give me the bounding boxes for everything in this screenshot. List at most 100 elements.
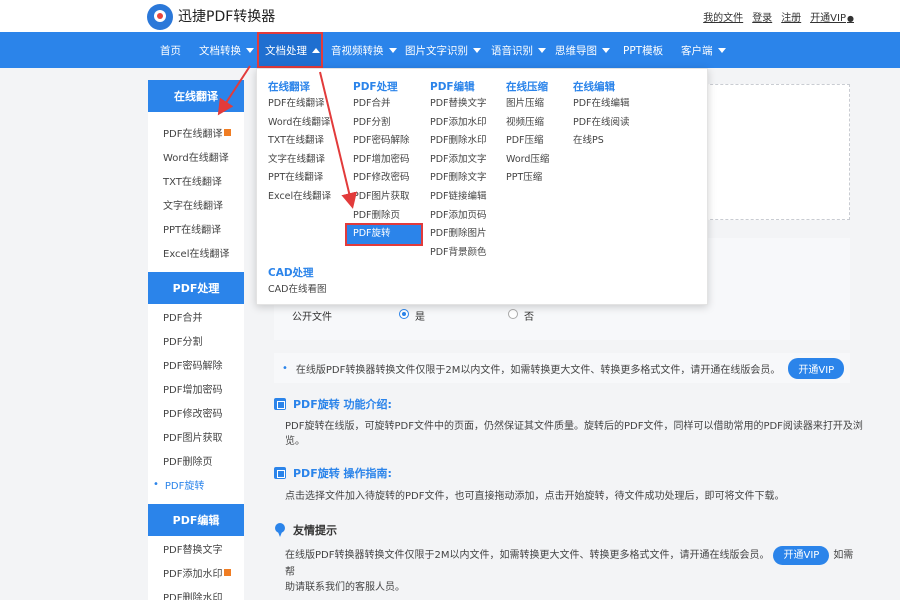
dropdown-item[interactable]: PDF在线翻译	[268, 95, 331, 114]
dropdown-item[interactable]: PDF在线编辑	[573, 95, 630, 114]
nav-item-5[interactable]: 语音识别	[483, 32, 547, 68]
dropdown-item[interactable]: PDF修改密码	[353, 169, 421, 188]
dropdown-item[interactable]: PDF添加页码	[430, 207, 487, 226]
tips-vip-button[interactable]: 开通VIP	[773, 546, 830, 565]
nav-item-label: 音视频转换	[331, 44, 384, 57]
dropdown-item[interactable]: PDF在线阅读	[573, 114, 630, 133]
dropdown-item[interactable]: PDF添加文字	[430, 151, 487, 170]
intro-title: PDF旋转 功能介绍:	[274, 396, 392, 412]
nav-item-6[interactable]: 思维导图	[547, 32, 615, 68]
chevron-down-icon	[538, 47, 546, 53]
nav-item-label: 文档转换	[199, 44, 241, 57]
nav-item-1[interactable]: 文档转换	[191, 32, 257, 68]
dropdown-item[interactable]: 文字在线翻译	[268, 151, 331, 170]
nav-item-8[interactable]: 客户端	[673, 32, 741, 68]
login-link[interactable]: 登录	[752, 9, 772, 24]
public-yes-radio[interactable]	[399, 309, 409, 319]
dropdown-item[interactable]: PDF旋转	[345, 223, 423, 246]
nav-item-7[interactable]: PPT模板	[615, 32, 673, 68]
sidebar-item-label: PDF修改密码	[163, 408, 223, 420]
nav-item-label: 文档处理	[265, 44, 307, 57]
my-files-link[interactable]: 我的文件	[703, 9, 743, 24]
sidebar-item[interactable]: PDF修改密码	[148, 400, 244, 424]
sidebar-item[interactable]: TXT在线翻译	[148, 168, 244, 192]
dropdown-item[interactable]: CAD在线看图	[268, 281, 326, 300]
chevron-down-icon	[388, 47, 397, 53]
chevron-down-icon	[602, 47, 610, 53]
intro-text: PDF旋转在线版，可旋转PDF文件中的页面，仍然保证其文件质量。旋转后的PDF文…	[285, 421, 863, 447]
bullet-icon: •	[282, 362, 288, 374]
dropdown-item[interactable]: PDF添加水印	[430, 114, 487, 133]
sidebar-item[interactable]: PDF合并	[148, 304, 244, 328]
register-link[interactable]: 注册	[781, 9, 801, 24]
dropdown-item[interactable]: PDF替换文字	[430, 95, 487, 114]
dropdown-item[interactable]: Word在线翻译	[268, 114, 331, 133]
dropdown-item[interactable]: PDF密码解除	[353, 132, 421, 151]
nav-item-0[interactable]: 首页	[152, 32, 191, 68]
dropdown-item[interactable]: PPT压缩	[506, 169, 549, 188]
dropdown-item[interactable]: PDF合并	[353, 95, 421, 114]
dropdown-item[interactable]: TXT在线翻译	[268, 132, 331, 151]
dropdown-column: 在线编辑 PDF在线编辑 PDF在线阅读 在线PS	[573, 79, 630, 151]
brand-name[interactable]: 迅捷PDF转换器	[178, 6, 275, 26]
dropdown-item[interactable]: PDF删除水印	[430, 132, 487, 151]
location-pin-icon	[274, 523, 286, 537]
new-badge-icon	[224, 568, 232, 576]
dropdown-item[interactable]: PDF分割	[353, 114, 421, 133]
tips-title: 友情提示	[274, 522, 337, 538]
sidebar-item-label: PDF分割	[163, 336, 203, 348]
sidebar-item[interactable]: PDF密码解除	[148, 352, 244, 376]
dropdown-item[interactable]: PDF删除页	[353, 207, 421, 226]
dropdown-item[interactable]: Word压缩	[506, 151, 549, 170]
nav-item-label: 图片文字识别	[405, 44, 468, 57]
dropdown-item[interactable]: PDF背景颜色	[430, 244, 487, 263]
main-nav: 首页 文档转换 文档处理 音视频转换 图片文字识别 语音识别 思维导图 PPT模板 客户端	[0, 32, 900, 68]
tips-title-text: 友情提示	[293, 524, 337, 537]
upload-drop-area[interactable]	[700, 84, 850, 220]
sidebar-item[interactable]: Word在线翻译	[148, 144, 244, 168]
notice-vip-button[interactable]: 开通VIP	[788, 357, 845, 379]
sidebar-item[interactable]: Excel在线翻译	[148, 240, 244, 264]
sidebar-item[interactable]: PDF添加水印	[148, 560, 244, 584]
open-vip-link[interactable]: 开通VIP●	[810, 9, 854, 24]
sidebar-item[interactable]: 文字在线翻译	[148, 192, 244, 216]
dropdown-item[interactable]: 在线PS	[573, 132, 630, 151]
nav-item-3[interactable]: 音视频转换	[323, 32, 397, 68]
sidebar-item[interactable]: PDF分割	[148, 328, 244, 352]
public-no-radio[interactable]	[508, 309, 518, 319]
guide-title-text: PDF旋转 操作指南:	[293, 467, 392, 480]
sidebar: 在线翻译 PDF在线翻译 Word在线翻译 TXT在线翻译 文字在线翻译 PPT在线翻译 E…	[148, 80, 244, 600]
dropdown-item[interactable]: PDF图片获取	[353, 188, 421, 207]
sidebar-item[interactable]: PPT在线翻译	[148, 216, 244, 240]
dropdown-item[interactable]: Excel在线翻译	[268, 188, 331, 207]
dropdown-item[interactable]: PPT在线翻译	[268, 169, 331, 188]
chevron-down-icon	[717, 47, 726, 53]
sidebar-item[interactable]: PDF增加密码	[148, 376, 244, 400]
intro-title-text: PDF旋转 功能介绍:	[293, 398, 392, 411]
dropdown-item[interactable]: PDF链接编辑	[430, 188, 487, 207]
sidebar-item[interactable]: PDF删除页	[148, 448, 244, 472]
sidebar-item[interactable]: PDF图片获取	[148, 424, 244, 448]
sidebar-item[interactable]: PDF在线翻译	[148, 120, 244, 144]
dropdown-item[interactable]: PDF删除图片	[430, 225, 487, 244]
dropdown-item[interactable]: PDF增加密码	[353, 151, 421, 170]
sidebar-item[interactable]: PDF替换文字	[148, 536, 244, 560]
public-yes-label: 是	[415, 312, 425, 323]
nav-item-2[interactable]: 文档处理	[257, 32, 323, 68]
brand-logo-icon[interactable]	[147, 4, 173, 30]
dropdown-item[interactable]: PDF删除文字	[430, 169, 487, 188]
sidebar-item-label: PDF合并	[163, 312, 203, 324]
flame-icon: ●	[847, 14, 854, 23]
tips-text-main: 在线版PDF转换器转换文件仅限于2M以内文件，如需转换更大文件、转换更多格式文件…	[285, 550, 770, 561]
sidebar-item-label: PDF图片获取	[163, 432, 223, 444]
dropdown-item[interactable]: 视频压缩	[506, 114, 549, 133]
sidebar-item[interactable]: PDF旋转	[148, 472, 244, 496]
dropdown-item[interactable]: 图片压缩	[506, 95, 549, 114]
tips-text: 在线版PDF转换器转换文件仅限于2M以内文件，如需转换更大文件、转换更多格式文件…	[285, 546, 855, 595]
nav-item-label: 首页	[160, 44, 181, 57]
sidebar-item-label: Word在线翻译	[163, 152, 229, 164]
dropdown-item[interactable]: PDF压缩	[506, 132, 549, 151]
nav-item-4[interactable]: 图片文字识别	[397, 32, 483, 68]
sidebar-item[interactable]: PDF删除水印	[148, 584, 244, 600]
